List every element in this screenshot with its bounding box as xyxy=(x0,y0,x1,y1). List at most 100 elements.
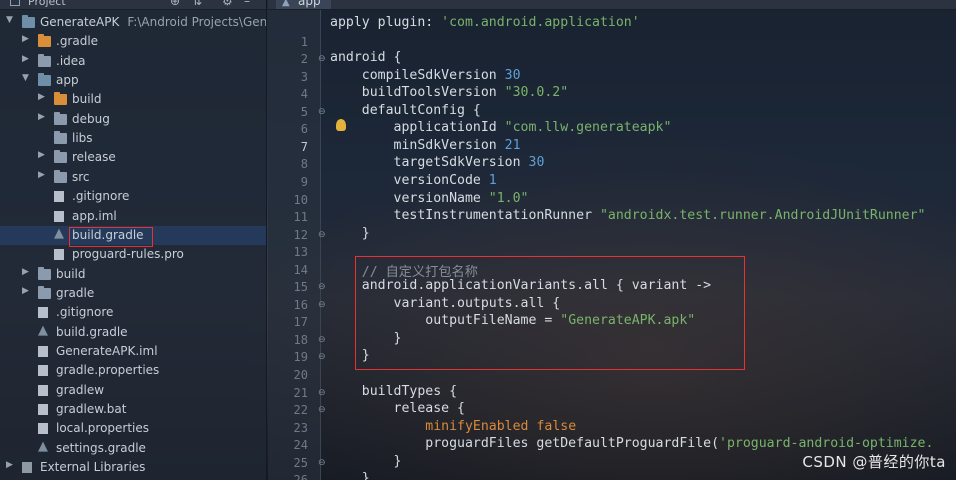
tree-item[interactable]: ▶ build xyxy=(0,265,266,284)
tree-item-label: .gitignore xyxy=(72,189,130,204)
tree-item[interactable]: libs xyxy=(0,129,266,148)
tree-item-label: gradlew.bat xyxy=(56,402,127,416)
code-token: 'proguard-android-optimize. xyxy=(719,436,934,452)
lightbulb-icon[interactable] xyxy=(336,119,346,131)
tree-item[interactable]: gradle.properties xyxy=(0,361,266,380)
settings-icon[interactable]: ⚙ xyxy=(222,0,233,8)
fold-marker-icon[interactable]: ⊖ xyxy=(318,230,326,240)
project-panel-title[interactable]: Project xyxy=(28,0,66,8)
file-icon xyxy=(54,210,64,222)
fold-marker-icon[interactable]: ⊖ xyxy=(318,352,326,362)
tree-item[interactable]: ▲ settings.gradle xyxy=(0,439,266,458)
locate-icon[interactable]: ⊕ xyxy=(170,0,180,8)
collapse-all-icon[interactable]: ⇅ xyxy=(192,0,202,8)
tree-item[interactable]: proguard-rules.pro xyxy=(0,245,266,264)
tree-item[interactable]: GenerateAPK.iml xyxy=(0,342,266,361)
module-icon xyxy=(22,15,35,28)
collapsed-arrow-icon[interactable]: ▶ xyxy=(38,170,45,180)
line-number: 5 xyxy=(300,104,308,119)
tree-item[interactable]: ▼ GenerateAPKF:\Android Projects\Generat xyxy=(0,13,266,32)
tree-item[interactable]: ▶ .gradle xyxy=(0,32,266,51)
tree-item-label: GenerateAPK.iml xyxy=(56,343,158,358)
line-number: 13 xyxy=(293,245,308,260)
code-token: false xyxy=(536,418,577,434)
collapsed-arrow-icon[interactable]: ▶ xyxy=(22,286,29,296)
line-number: 20 xyxy=(293,368,308,382)
code-token: defaultConfig { xyxy=(330,102,481,118)
tree-item[interactable]: ▶ gradle xyxy=(0,284,266,303)
code-token: 30 xyxy=(504,67,521,83)
fold-marker-icon[interactable]: ⊖ xyxy=(318,282,326,292)
line-number: 14 xyxy=(293,262,308,277)
collapsed-arrow-icon[interactable]: ▶ xyxy=(38,150,45,160)
code-token: versionCode xyxy=(330,172,489,188)
fold-marker-icon[interactable]: ⊖ xyxy=(318,335,326,345)
code-line: compileSdkVersion 30 xyxy=(330,68,521,86)
code-token: android { xyxy=(330,50,402,66)
tree-item[interactable]: .gitignore xyxy=(0,303,266,322)
collapsed-arrow-icon[interactable]: ▶ xyxy=(38,112,45,122)
code-token: buildToolsVersion xyxy=(330,85,505,101)
code-token: "1.0" xyxy=(488,190,529,206)
highlight-box-code xyxy=(355,256,745,370)
tree-item[interactable]: gradlew xyxy=(0,381,266,400)
code-line: } xyxy=(330,471,370,480)
code-line: applicationId "com.llw.generateapk" xyxy=(330,120,672,138)
code-token: "androidx.test.runner.AndroidJUnitRunner… xyxy=(599,208,926,224)
hide-icon[interactable]: – xyxy=(244,0,250,8)
tree-item[interactable]: local.properties xyxy=(0,419,266,438)
tree-item-label: local.properties xyxy=(56,421,150,436)
code-token: "com.llw.generateapk" xyxy=(504,120,672,136)
file-icon xyxy=(38,345,48,357)
file-icon xyxy=(54,191,64,203)
code-line: minifyEnabled false xyxy=(330,419,576,437)
code-line: buildTypes { xyxy=(330,384,457,402)
fold-marker-icon[interactable]: ⊖ xyxy=(318,107,326,117)
tree-item-label: app xyxy=(56,73,79,88)
tree-item-label: src xyxy=(72,169,90,184)
line-number: 24 xyxy=(293,438,308,453)
line-number: 26 xyxy=(268,473,308,480)
collapsed-arrow-icon[interactable]: ▶ xyxy=(6,460,13,470)
code-token: versionName xyxy=(330,190,489,206)
library-icon xyxy=(22,462,32,474)
line-number: 18 xyxy=(293,332,308,347)
fold-marker-icon[interactable]: ⊖ xyxy=(318,54,326,64)
collapsed-arrow-icon[interactable]: ▶ xyxy=(22,54,29,64)
code-token: buildTypes { xyxy=(330,383,458,399)
tree-item[interactable]: app.iml xyxy=(0,207,266,226)
fold-marker-icon[interactable]: ⊖ xyxy=(318,388,326,398)
tree-item[interactable]: ▼ app xyxy=(0,71,266,90)
tree-item[interactable]: ▶ External Libraries xyxy=(0,458,266,477)
tree-item-label: libs xyxy=(72,131,93,146)
tree-item[interactable]: ▲ build.gradle xyxy=(0,323,266,342)
tree-item[interactable]: gradlew.bat xyxy=(0,400,266,419)
fold-marker-icon[interactable]: ⊖ xyxy=(318,458,326,468)
code-token: } xyxy=(330,453,402,469)
collapsed-arrow-icon[interactable]: ▶ xyxy=(22,34,29,44)
fold-marker-icon[interactable]: ⊖ xyxy=(318,405,326,415)
tree-item[interactable]: ▶ src xyxy=(0,168,266,187)
code-token: release { xyxy=(330,401,465,417)
folder-icon xyxy=(38,266,51,280)
tree-item-label: build xyxy=(72,92,102,107)
tree-item-label: .idea xyxy=(56,53,86,68)
code-token: } xyxy=(330,225,370,241)
expanded-arrow-icon[interactable]: ▼ xyxy=(22,73,29,83)
code-line: defaultConfig { xyxy=(330,103,481,121)
expanded-arrow-icon[interactable]: ▼ xyxy=(6,15,13,25)
tree-item[interactable]: ▶ release xyxy=(0,148,266,167)
code-token: targetSdkVersion xyxy=(330,155,529,171)
collapsed-arrow-icon[interactable]: ▶ xyxy=(38,92,45,102)
fold-marker-icon[interactable]: ⊖ xyxy=(318,300,326,310)
tree-item[interactable]: ▶ .idea xyxy=(0,52,266,71)
editor-tab-app[interactable]: ▲ app xyxy=(276,0,331,9)
tree-item[interactable]: .gitignore xyxy=(0,187,266,206)
file-icon xyxy=(38,384,48,396)
code-token: 1 xyxy=(488,172,497,188)
collapsed-arrow-icon[interactable]: ▶ xyxy=(22,267,29,277)
tree-item[interactable]: ▶ debug xyxy=(0,110,266,129)
tree-item[interactable]: ▶ build xyxy=(0,90,266,109)
code-token: testInstrumentationRunner xyxy=(330,208,600,224)
tree-item-label: proguard-rules.pro xyxy=(72,247,184,262)
